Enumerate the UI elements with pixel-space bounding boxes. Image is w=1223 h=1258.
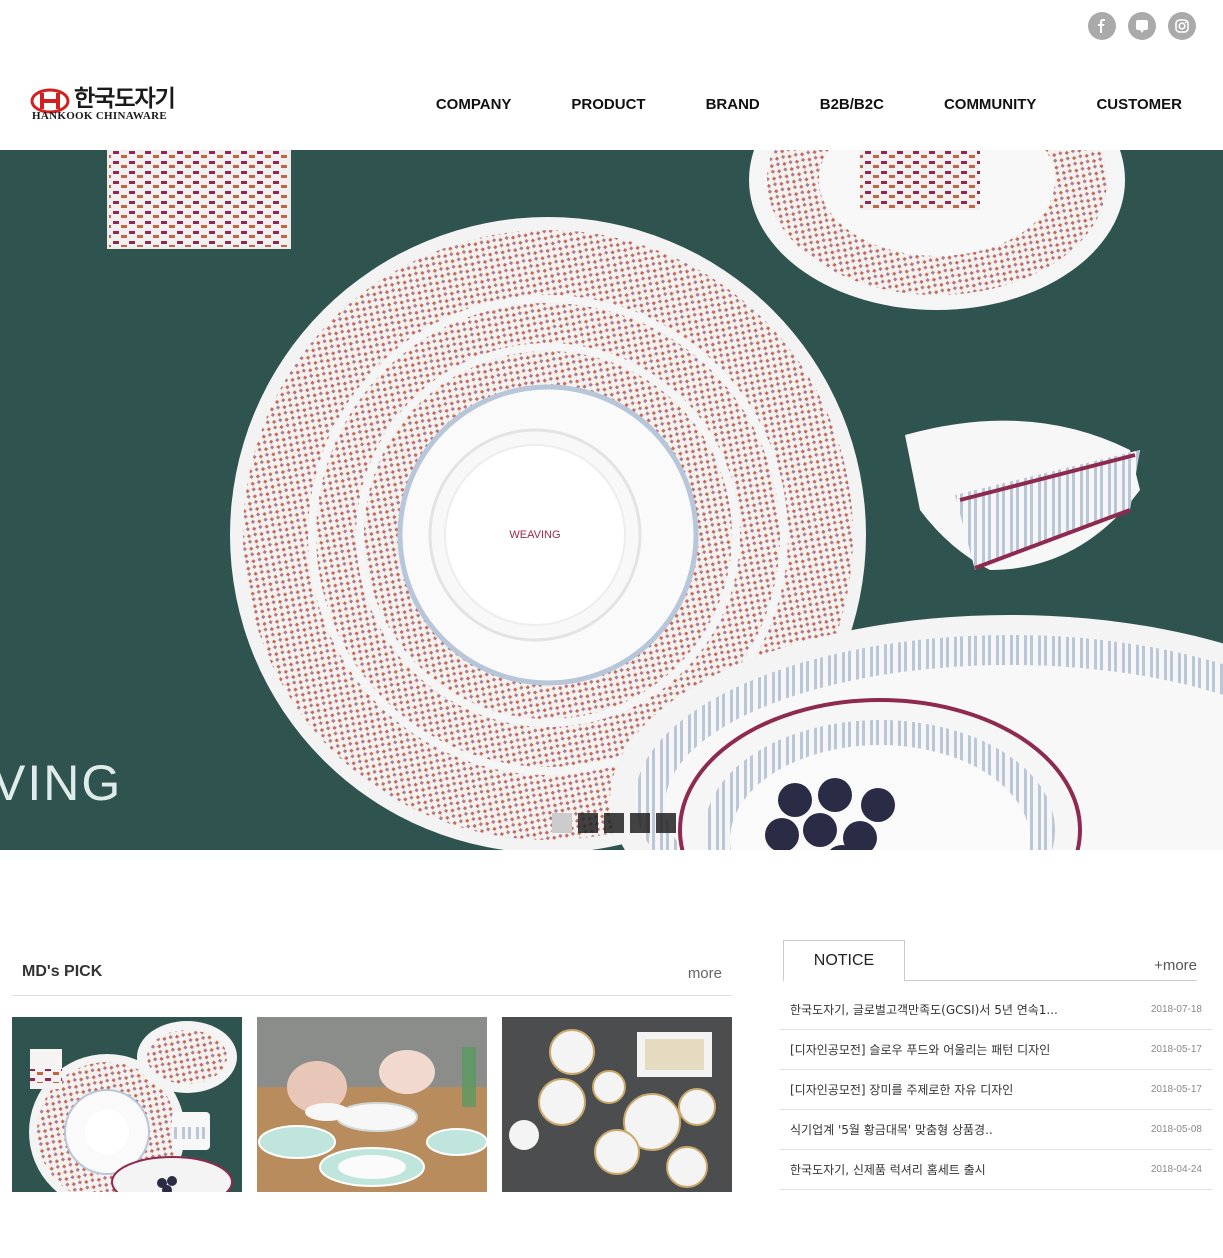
- notice-item[interactable]: 한국도자기, 글로벌고객만족도(GCSI)서 5년 연속1... 2018-07…: [780, 990, 1212, 1030]
- notice-title: [디자인공모전] 슬로우 푸드와 어울리는 패턴 디자인: [790, 1043, 1051, 1057]
- mds-pick-more-link[interactable]: more: [688, 965, 722, 982]
- hero-tableware-image: WEAVING: [107, 150, 1223, 850]
- hero-brand-text: VING: [0, 755, 123, 811]
- hankook-logo[interactable]: 한국도자기 HANKOOK CHINAWARE: [30, 86, 190, 124]
- slider-dot[interactable]: [604, 813, 624, 833]
- slider-dot[interactable]: [578, 813, 598, 833]
- notice-title: [디자인공모전] 장미를 주제로한 자유 디자인: [790, 1083, 1014, 1097]
- hero-banner: WEAVING VING: [0, 150, 1223, 850]
- nav-community[interactable]: COMMUNITY: [944, 96, 1037, 113]
- notice-title: 한국도자기, 글로벌고객만족도(GCSI)서 5년 연속1...: [790, 1003, 1058, 1017]
- product-thumbnail[interactable]: [502, 1017, 732, 1192]
- logo-korean-text: 한국도자기: [74, 86, 176, 112]
- notice-title: 한국도자기, 신제품 럭셔리 홈세트 출시: [790, 1163, 986, 1177]
- notice-date: 2018-05-17: [1150, 1044, 1202, 1055]
- nav-customer[interactable]: CUSTOMER: [1096, 96, 1182, 113]
- mds-pick-thumbnails: [12, 1017, 732, 1192]
- notice-item[interactable]: [디자인공모전] 장미를 주제로한 자유 디자인 2018-05-17: [780, 1070, 1212, 1110]
- notice-list: 한국도자기, 글로벌고객만족도(GCSI)서 5년 연속1... 2018-07…: [780, 990, 1212, 1190]
- slider-dot[interactable]: [630, 813, 650, 833]
- nav-b2b-b2c[interactable]: B2B/B2C: [820, 96, 884, 113]
- product-thumbnail[interactable]: [12, 1017, 242, 1192]
- main-nav: COMPANY PRODUCT BRAND B2B/B2C COMMUNITY …: [436, 96, 1182, 113]
- logo-english-text: HANKOOK CHINAWARE: [32, 110, 167, 122]
- slider-dot[interactable]: [656, 813, 676, 833]
- slider-dots: [552, 813, 676, 833]
- divider: [905, 980, 1197, 981]
- mds-pick-title: MD's PICK: [22, 963, 103, 980]
- notice-date: 2018-05-17: [1150, 1084, 1202, 1095]
- notice-item[interactable]: 한국도자기, 신제품 럭셔리 홈세트 출시 2018-04-24: [780, 1150, 1212, 1190]
- notice-more-link[interactable]: +more: [1154, 957, 1197, 974]
- notice-date: 2018-07-18: [1150, 1004, 1202, 1015]
- social-links: [1088, 12, 1196, 40]
- product-thumbnail[interactable]: [257, 1017, 487, 1192]
- nav-product[interactable]: PRODUCT: [571, 96, 645, 113]
- notice-item[interactable]: [디자인공모전] 슬로우 푸드와 어울리는 패턴 디자인 2018-05-17: [780, 1030, 1212, 1070]
- notice-date: 2018-04-24: [1150, 1164, 1202, 1175]
- notice-title: 식기업계 '5월 황금대목' 맞춤형 상품경..: [790, 1123, 993, 1137]
- divider: [12, 995, 732, 996]
- site-header: 한국도자기 HANKOOK CHINAWARE COMPANY PRODUCT …: [0, 60, 1223, 150]
- notice-item[interactable]: 식기업계 '5월 황금대목' 맞춤형 상품경.. 2018-05-08: [780, 1110, 1212, 1150]
- nav-brand[interactable]: BRAND: [706, 96, 760, 113]
- nav-company[interactable]: COMPANY: [436, 96, 512, 113]
- tab-notice[interactable]: NOTICE: [783, 940, 905, 981]
- plate-stamp-text: WEAVING: [509, 529, 560, 541]
- notice-date: 2018-05-08: [1150, 1124, 1202, 1135]
- facebook-icon[interactable]: [1088, 12, 1116, 40]
- slider-dot[interactable]: [552, 813, 572, 833]
- kakao-talk-icon[interactable]: [1128, 12, 1156, 40]
- instagram-icon[interactable]: [1168, 12, 1196, 40]
